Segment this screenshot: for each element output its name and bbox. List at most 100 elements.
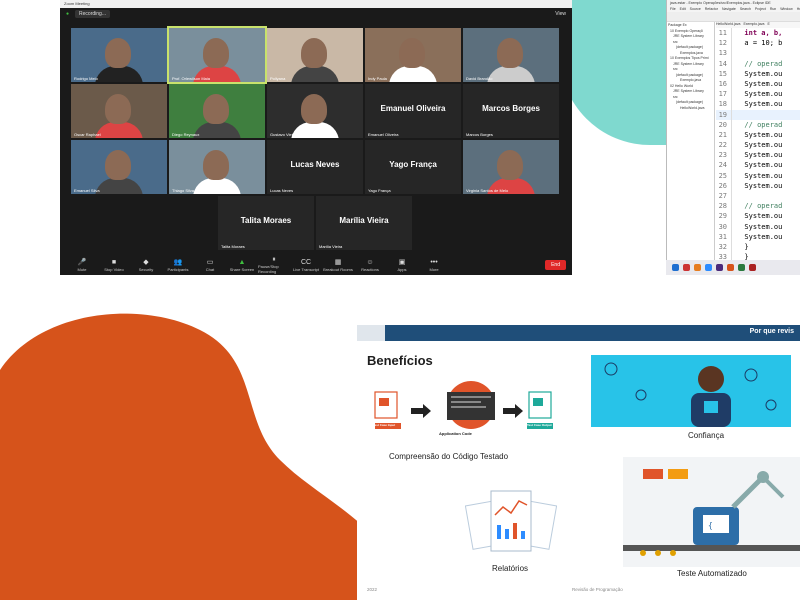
code-line[interactable]: 16 System.ou	[716, 78, 800, 90]
participant-tile[interactable]: Marcos Borges Marcos Borges	[463, 84, 559, 138]
code-text: System.ou	[736, 100, 783, 109]
menu-item[interactable]: Navigate	[722, 6, 736, 12]
participant-gallery: Rodrigo Melo Prof. Orlewilson Maia Pollyan…	[71, 26, 561, 252]
code-line[interactable]: 24 System.ou	[716, 160, 800, 171]
taskbar-app-icon[interactable]	[694, 264, 701, 271]
code-line[interactable]: 15 System.ou	[716, 68, 800, 79]
participant-name-label: Emanuel Oliveira	[368, 132, 399, 137]
participant-tile[interactable]: Yago França Yago França	[365, 140, 461, 194]
smile-button[interactable]: ☺ Reactions	[354, 259, 386, 272]
taskbar-app-icon[interactable]	[749, 264, 756, 271]
view-button[interactable]: View	[555, 11, 566, 17]
zoom-window-title: Zoom Meeting	[60, 0, 572, 8]
participant-tile[interactable]: Gustavo Vieira	[267, 84, 363, 138]
line-number: 21	[716, 129, 732, 141]
code-line[interactable]: 25 System.ou	[716, 170, 800, 181]
gallery-row: Emanuel Silva Thiago Silva Lucas Neves Luca…	[71, 140, 561, 194]
cc-button[interactable]: CC Live Transcript	[290, 259, 322, 272]
code-line[interactable]: 22 System.ou	[716, 140, 800, 151]
presentation-slide: Por que revis Benefícios Application Cod…	[357, 325, 800, 600]
more-button[interactable]: ••• More	[418, 259, 450, 272]
code-line[interactable]: 12 a = 10; b	[716, 38, 800, 49]
shield-button[interactable]: ◆ Security	[130, 259, 162, 272]
chat-button[interactable]: ▭ Chat	[194, 259, 226, 272]
taskbar-app-icon[interactable]	[716, 264, 723, 271]
code-text: // operad	[736, 59, 783, 68]
menu-item[interactable]: Refactor	[705, 6, 718, 12]
menu-item[interactable]: File	[670, 6, 676, 12]
code-editor[interactable]: 11 int a, b, 12 a = 10; b 13 14 // operad 1…	[716, 28, 800, 273]
share-screen-button[interactable]: ▲ Share Screen	[226, 259, 258, 272]
code-line[interactable]: 11 int a, b,	[716, 28, 800, 39]
participant-tile[interactable]: Lucas Neves Lucas Neves	[267, 140, 363, 194]
gallery-row: Talita Moraes Talita Moraes Marília Vieira…	[71, 196, 561, 250]
code-line[interactable]: 21 System.ou	[716, 129, 800, 141]
participant-tile[interactable]: Emanuel Silva	[71, 140, 167, 194]
gallery-row: Oscar Raphael Diego Reynaux Gustavo Vieira…	[71, 84, 561, 138]
caption-code-understanding: Compreensão do Código Testado	[389, 452, 509, 461]
shield-status-icon[interactable]: ●	[66, 11, 69, 17]
end-meeting-button[interactable]: End	[545, 260, 566, 270]
taskbar-app-icon[interactable]	[738, 264, 745, 271]
video-button[interactable]: ■ Stop Video	[98, 259, 130, 272]
line-number: 15	[716, 68, 732, 79]
code-line[interactable]: 19	[716, 109, 800, 120]
zoom-meeting-window: Zoom Meeting ● Recording... View Rodrigo…	[60, 0, 572, 275]
menu-item[interactable]: Window	[780, 6, 792, 12]
participant-tile[interactable]: Marília Vieira Marília Vieira	[316, 196, 412, 250]
participant-tile[interactable]: Talita Moraes Talita Moraes	[218, 196, 314, 250]
caption-reports: Relatórios	[492, 564, 529, 573]
explorer-item[interactable]: 10 Exemplos Tipos Primi	[668, 56, 713, 62]
code-text: System.ou	[736, 69, 783, 78]
code-line[interactable]: 13	[716, 48, 800, 59]
code-line[interactable]: 26 System.ou	[716, 180, 800, 191]
participant-face	[399, 38, 425, 68]
code-line[interactable]: 18 System.ou	[716, 99, 800, 110]
taskbar-app-icon[interactable]	[727, 264, 734, 271]
code-line[interactable]: 28 // operad	[716, 201, 800, 212]
code-line[interactable]: 30 System.ou	[716, 221, 800, 232]
toolbar-label: Security	[138, 266, 154, 272]
menu-item[interactable]: Run	[770, 6, 776, 12]
participant-tile[interactable]: Rodrigo Melo	[71, 28, 167, 82]
taskbar-app-icon[interactable]	[705, 264, 712, 271]
menu-item[interactable]: Edit	[680, 6, 686, 12]
menu-item[interactable]: Project	[755, 6, 766, 12]
breakout-button[interactable]: ▦ Breakout Rooms	[322, 259, 354, 272]
menu-item[interactable]: Source	[690, 6, 701, 12]
line-number: 16	[716, 78, 732, 90]
line-number: 31	[716, 231, 732, 242]
participants-button[interactable]: 👥 Participants	[162, 259, 194, 272]
test-flow-diagram	[374, 381, 553, 429]
participant-body	[95, 178, 143, 194]
windows-start-icon[interactable]	[672, 264, 679, 271]
mic-button[interactable]: 🎤 Mute	[66, 259, 98, 272]
code-line[interactable]: 23 System.ou	[716, 150, 800, 161]
slide-title: Benefícios	[367, 353, 433, 368]
participant-tile[interactable]: Pollyana	[267, 28, 363, 82]
recording-indicator[interactable]: Recording...	[75, 10, 110, 18]
participant-tile[interactable]: Thiago Silva	[169, 140, 265, 194]
participant-name-label: Pollyana	[270, 76, 286, 81]
participant-tile[interactable]: Diego Reynaux	[169, 84, 265, 138]
participant-tile[interactable]: Oscar Raphael	[71, 84, 167, 138]
participant-tile[interactable]: David Brandão	[463, 28, 559, 82]
code-line[interactable]: 29 System.ou	[716, 211, 800, 222]
participant-tile[interactable]: Emanuel Oliveira Emanuel Oliveira	[365, 84, 461, 138]
code-line[interactable]: 17 System.ou	[716, 89, 800, 100]
code-line[interactable]: 31 System.ou	[716, 231, 800, 242]
participant-tile[interactable]: Indy Paula	[365, 28, 461, 82]
code-line[interactable]: 27	[716, 191, 800, 202]
explorer-item[interactable]: HelloWorld.java	[668, 106, 713, 112]
code-line[interactable]: 14 // operad	[716, 58, 800, 69]
menu-item[interactable]: Search	[740, 6, 751, 12]
apps-button[interactable]: ▣ Apps	[386, 259, 418, 272]
pause-button[interactable]: ⏸ Pause/Stop Recording	[258, 256, 290, 274]
participant-tile[interactable]: Virginia Santos de Melo	[463, 140, 559, 194]
code-line[interactable]: 20 // operad	[716, 119, 800, 130]
code-line[interactable]: 32 }	[716, 241, 800, 253]
taskbar-app-icon[interactable]	[683, 264, 690, 271]
participant-tile[interactable]: Prof. Orlewilson Maia	[167, 26, 267, 84]
code-text: // operad	[736, 120, 783, 129]
